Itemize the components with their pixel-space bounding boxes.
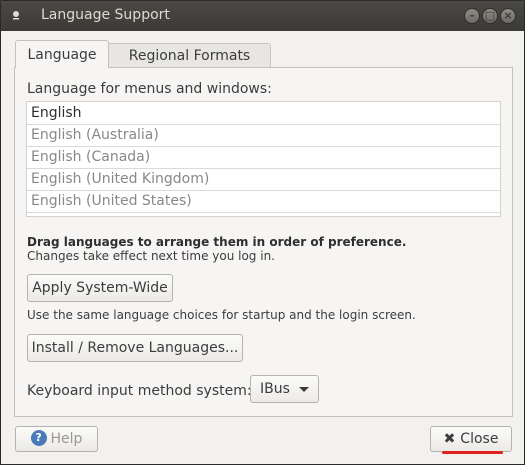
help-label: Help: [50, 431, 83, 447]
apply-note-text: Use the same language choices for startu…: [27, 308, 416, 322]
keyboard-input-method-select[interactable]: IBus: [250, 375, 319, 403]
drag-note-text: Changes take effect next time you log in…: [27, 249, 275, 263]
window-title: Language Support: [41, 7, 170, 23]
keyboard-input-label: Keyboard input method system:: [27, 383, 252, 399]
close-window-icon[interactable]: ×: [500, 8, 516, 24]
close-label: Close: [460, 431, 499, 447]
close-button[interactable]: ✖ Close: [430, 426, 512, 452]
tab-language[interactable]: Language: [15, 40, 109, 68]
window-menu-icon[interactable]: [11, 10, 21, 20]
language-list-heading: Language for menus and windows:: [27, 81, 272, 97]
title-bar[interactable]: Language Support – □ ×: [1, 1, 524, 31]
help-icon: ?: [30, 429, 47, 446]
drag-hint-text: Drag languages to arrange them in order …: [27, 235, 407, 249]
language-item[interactable]: English (United States): [27, 191, 500, 212]
language-panel: Language for menus and windows: English …: [14, 67, 513, 417]
language-item[interactable]: English (United Kingdom): [27, 169, 500, 190]
apply-system-wide-button[interactable]: Apply System-Wide: [27, 274, 173, 302]
close-icon: ✖: [443, 431, 456, 447]
language-item[interactable]: English (Australia): [27, 125, 500, 146]
install-remove-languages-button[interactable]: Install / Remove Languages...: [27, 334, 243, 362]
tab-regional-formats[interactable]: Regional Formats: [109, 43, 271, 68]
annotation-underline: [442, 451, 503, 454]
help-button[interactable]: ? Help: [15, 426, 98, 452]
chevron-down-icon: [299, 387, 309, 392]
keyboard-input-method-value: IBus: [260, 381, 290, 397]
language-item[interactable]: English: [27, 103, 500, 124]
maximize-icon[interactable]: □: [482, 8, 498, 24]
language-item[interactable]: English (Canada): [27, 147, 500, 168]
language-list[interactable]: English English (Australia) English (Can…: [26, 101, 501, 217]
language-support-window: Language Support – □ × Language Regional…: [0, 0, 525, 465]
list-divider: [27, 212, 500, 213]
minimize-icon[interactable]: –: [464, 8, 480, 24]
